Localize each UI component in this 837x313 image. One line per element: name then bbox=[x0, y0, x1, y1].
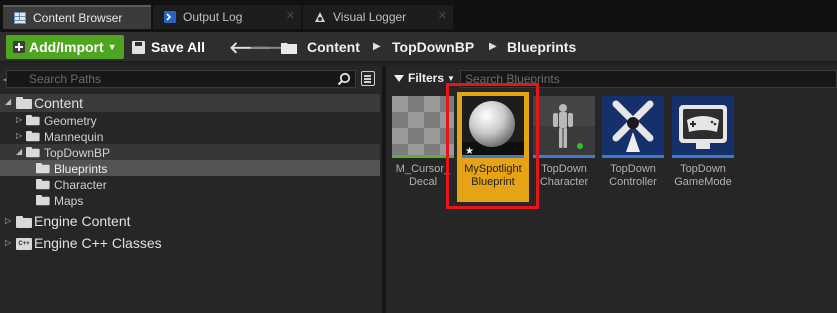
asset-thumbnail bbox=[602, 96, 664, 158]
folder-icon bbox=[36, 195, 50, 206]
tree-item-maps[interactable]: Maps bbox=[0, 192, 380, 208]
folder-icon bbox=[36, 163, 50, 174]
tree-item-character[interactable]: Character bbox=[0, 176, 380, 192]
output-log-icon bbox=[163, 10, 177, 24]
tab-content-browser[interactable]: Content Browser bbox=[3, 5, 151, 29]
expand-arrow-icon[interactable]: ◢ bbox=[16, 147, 22, 156]
asset-tile-m-cursor-decal[interactable]: M_Cursor_ Decal bbox=[392, 96, 454, 189]
tree-item-mannequin[interactable]: ▷ Mannequin bbox=[0, 128, 380, 144]
tree-item-label: Content bbox=[34, 95, 84, 111]
tree-item-label: Engine Content bbox=[34, 213, 131, 229]
collapse-arrow-icon[interactable]: ▷ bbox=[16, 131, 22, 140]
tree-item-label: Character bbox=[54, 178, 107, 192]
folder-icon bbox=[16, 97, 32, 109]
save-icon bbox=[132, 40, 145, 54]
tree-item-label: TopDownBP bbox=[44, 146, 111, 160]
tree-item-content[interactable]: ◢ Content bbox=[0, 94, 380, 112]
folder-icon bbox=[16, 216, 32, 228]
sources-panel: ◀▤ Search Paths ◢ Content ▷ Geometry ▷ M… bbox=[0, 66, 382, 313]
folder-icon bbox=[36, 179, 50, 190]
tab-visual-logger[interactable]: Visual Logger ✕ bbox=[303, 5, 453, 29]
chevron-down-icon: ▼ bbox=[107, 42, 117, 52]
filters-label: Filters bbox=[408, 71, 445, 85]
add-import-button[interactable]: Add/Import ▼ bbox=[6, 35, 124, 59]
toolbar: Add/Import ▼ Save All 🡐 🡒 Content ▶ TopD… bbox=[0, 32, 837, 62]
folder-icon bbox=[281, 41, 297, 54]
search-paths-placeholder: Search Paths bbox=[29, 72, 102, 86]
tab-output-log[interactable]: Output Log ✕ bbox=[153, 5, 301, 29]
filter-icon bbox=[394, 74, 404, 82]
asset-label: TopDown Character bbox=[539, 163, 589, 188]
tree-item-label: Blueprints bbox=[54, 162, 108, 176]
search-icon bbox=[337, 72, 351, 89]
tab-label: Visual Logger bbox=[333, 10, 407, 24]
asset-tile-topdown-character[interactable]: TopDown Character bbox=[533, 96, 595, 189]
tree-item-label: Maps bbox=[54, 194, 84, 208]
expand-arrow-icon[interactable]: ◢ bbox=[5, 97, 11, 106]
tree-item-label: Engine C++ Classes bbox=[34, 235, 162, 251]
asset-label: TopDown GameMode bbox=[674, 163, 732, 188]
asset-type-bar bbox=[672, 155, 734, 158]
collapse-arrow-icon[interactable]: ▷ bbox=[5, 216, 11, 225]
folder-icon bbox=[26, 147, 40, 158]
collapse-arrow-icon[interactable]: ▷ bbox=[5, 238, 11, 247]
tree-item-geometry[interactable]: ▷ Geometry bbox=[0, 112, 380, 128]
breadcrumb-separator-icon[interactable]: ▶ bbox=[373, 41, 381, 52]
close-icon[interactable]: ✕ bbox=[438, 9, 447, 22]
asset-tile-topdown-controller[interactable]: TopDown Controller bbox=[602, 96, 664, 189]
collapse-arrow-icon[interactable]: ▷ bbox=[16, 115, 22, 124]
asset-thumbnail bbox=[392, 96, 454, 158]
view-options-icon[interactable] bbox=[361, 71, 375, 86]
folder-icon bbox=[26, 115, 40, 126]
cpp-folder-icon: C++ bbox=[16, 238, 32, 250]
close-icon[interactable]: ✕ bbox=[286, 9, 295, 22]
annotation-highlight-box bbox=[446, 83, 539, 209]
tree-item-engine-content[interactable]: ▷ Engine Content bbox=[0, 211, 380, 231]
tab-bar: Content Browser Output Log ✕ Visual Logg… bbox=[0, 0, 837, 32]
chevron-down-icon: ▼ bbox=[447, 73, 455, 83]
breadcrumb-content[interactable]: Content bbox=[307, 39, 360, 55]
asset-thumbnail bbox=[672, 96, 734, 158]
asset-label: M_Cursor_ Decal bbox=[395, 163, 451, 188]
add-icon bbox=[13, 41, 25, 53]
tree-item-topdownbp[interactable]: ◢ TopDownBP bbox=[0, 144, 380, 160]
tab-label: Output Log bbox=[183, 10, 243, 24]
breadcrumb-topdownbp[interactable]: TopDownBP bbox=[392, 39, 474, 55]
tree-item-blueprints[interactable]: Blueprints bbox=[0, 160, 380, 176]
tree-item-engine-cpp-classes[interactable]: ▷ C++ Engine C++ Classes bbox=[0, 233, 380, 253]
add-import-label: Add/Import bbox=[29, 39, 104, 55]
visual-logger-icon bbox=[313, 10, 327, 24]
asset-thumbnail bbox=[533, 96, 595, 158]
tree-item-label: Mannequin bbox=[44, 130, 104, 144]
asset-type-bar bbox=[392, 155, 454, 158]
tab-label: Content Browser bbox=[33, 11, 123, 25]
breadcrumb-blueprints[interactable]: Blueprints bbox=[507, 39, 576, 55]
save-all-label: Save All bbox=[151, 39, 205, 55]
tree-item-label: Geometry bbox=[44, 114, 97, 128]
asset-type-bar bbox=[602, 155, 664, 158]
breadcrumb-separator-icon[interactable]: ▶ bbox=[489, 41, 497, 52]
asset-tile-topdown-gamemode[interactable]: TopDown GameMode bbox=[672, 96, 734, 189]
search-paths-input[interactable]: Search Paths bbox=[6, 70, 356, 88]
asset-label: TopDown Controller bbox=[609, 163, 657, 188]
folder-icon bbox=[26, 131, 40, 142]
asset-type-bar bbox=[533, 155, 595, 158]
content-browser-icon bbox=[13, 11, 27, 25]
save-all-button[interactable]: Save All bbox=[132, 35, 205, 59]
